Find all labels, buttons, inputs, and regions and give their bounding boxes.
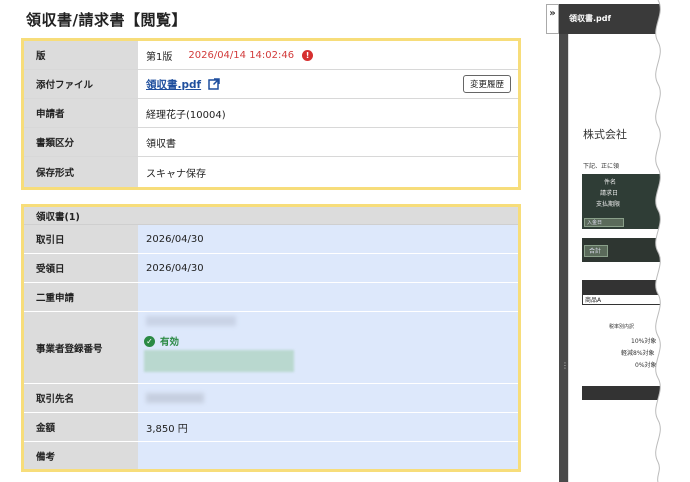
page-title: 領収書/請求書【閲覧】 bbox=[26, 11, 187, 29]
applicant-row: 申請者 経理花子(10004) bbox=[24, 99, 518, 128]
receipt-header: 領収書(1) bbox=[24, 207, 518, 225]
transaction-date-label: 取引日 bbox=[24, 225, 138, 253]
doc-info-table: 件名 請求日 支払期限 入金日 bbox=[582, 174, 662, 229]
version-row: 版 第1版 2026/04/14 14:02:46 ! bbox=[24, 41, 518, 70]
storage-row: 保存形式 スキャナ保存 bbox=[24, 157, 518, 187]
transaction-date-value: 2026/04/30 bbox=[138, 225, 518, 253]
amount-label: 金額 bbox=[24, 413, 138, 441]
external-link-icon[interactable] bbox=[208, 78, 220, 90]
doc-field-payment: 入金日 bbox=[584, 218, 624, 227]
category-row: 書類区分 領収書 bbox=[24, 128, 518, 157]
document-info-panel: 版 第1版 2026/04/14 14:02:46 ! 添付ファイル 領収書.p… bbox=[21, 38, 521, 190]
registration-value-cell: ✓ 有効 bbox=[138, 312, 518, 383]
vendor-row: 取引先名 bbox=[24, 384, 518, 413]
attachment-file-link[interactable]: 領収書.pdf bbox=[146, 77, 201, 92]
alert-icon[interactable]: ! bbox=[302, 49, 314, 61]
doc-footer-bar bbox=[582, 386, 662, 400]
vendor-name-redacted bbox=[146, 393, 204, 403]
received-date-label: 受領日 bbox=[24, 254, 138, 282]
doc-total-label: 合計 bbox=[584, 245, 608, 257]
doc-field-due: 支払期限 bbox=[596, 201, 621, 208]
check-circle-icon: ✓ bbox=[144, 335, 155, 347]
category-label: 書類区分 bbox=[24, 128, 138, 156]
collapse-viewer-button[interactable]: » bbox=[546, 4, 559, 34]
registration-row: 事業者登録番号 ✓ 有効 bbox=[24, 312, 518, 384]
applicant-label: 申請者 bbox=[24, 99, 138, 127]
registration-detail-redacted bbox=[144, 350, 294, 372]
doc-tax-8: 軽減8%対象 bbox=[621, 350, 655, 357]
notes-row: 備考 bbox=[24, 442, 518, 469]
received-date-value: 2026/04/30 bbox=[138, 254, 518, 282]
doc-items-header bbox=[582, 280, 662, 294]
registration-number-redacted bbox=[146, 316, 236, 326]
vendor-value-cell bbox=[138, 384, 518, 412]
registration-label: 事業者登録番号 bbox=[24, 312, 138, 383]
notes-label: 備考 bbox=[24, 442, 138, 469]
received-date-row: 受領日 2026/04/30 bbox=[24, 254, 518, 283]
transaction-date-row: 取引日 2026/04/30 bbox=[24, 225, 518, 254]
version-label: 版 bbox=[24, 41, 138, 69]
receipt-panel: 領収書(1) 取引日 2026/04/30 受領日 2026/04/30 二重申… bbox=[21, 204, 521, 472]
duplicate-value bbox=[138, 283, 518, 311]
doc-field-invoice-date: 請求日 bbox=[600, 190, 619, 197]
registration-status: ✓ 有効 bbox=[144, 334, 179, 348]
attachment-value-cell: 領収書.pdf 変更履歴 bbox=[138, 70, 518, 98]
doc-item-row: 商品A bbox=[582, 294, 662, 305]
storage-value: スキャナ保存 bbox=[146, 168, 206, 180]
amount-row: 金額 3,850 円 bbox=[24, 413, 518, 442]
doc-total-block: 合計 bbox=[582, 238, 662, 262]
viewer-resize-handle[interactable] bbox=[559, 34, 568, 482]
vendor-label: 取引先名 bbox=[24, 384, 138, 412]
attachment-label: 添付ファイル bbox=[24, 70, 138, 98]
version-timestamp: 2026/04/14 14:02:46 bbox=[188, 49, 295, 61]
change-history-button[interactable]: 変更履歴 bbox=[462, 75, 511, 93]
version-value-cell: 第1版 2026/04/14 14:02:46 ! bbox=[138, 41, 518, 69]
version-value: 第1版 bbox=[146, 51, 173, 63]
applicant-value: 経理花子(10004) bbox=[146, 109, 226, 121]
storage-label: 保存形式 bbox=[24, 157, 138, 187]
attachment-row: 添付ファイル 領収書.pdf 変更履歴 bbox=[24, 70, 518, 99]
registration-status-text: 有効 bbox=[160, 337, 180, 348]
notes-value bbox=[138, 442, 518, 469]
doc-tax-breakdown: 税率別内訳 bbox=[609, 324, 635, 330]
category-value: 領収書 bbox=[146, 138, 176, 150]
doc-intro-text: 下記、正に領 bbox=[583, 163, 620, 170]
amount-value: 3,850 円 bbox=[138, 413, 518, 441]
doc-field-subject: 件名 bbox=[604, 179, 617, 186]
doc-company-name: 株式会社 bbox=[583, 128, 627, 141]
duplicate-row: 二重申請 bbox=[24, 283, 518, 312]
torn-edge bbox=[655, 0, 690, 482]
duplicate-label: 二重申請 bbox=[24, 283, 138, 311]
